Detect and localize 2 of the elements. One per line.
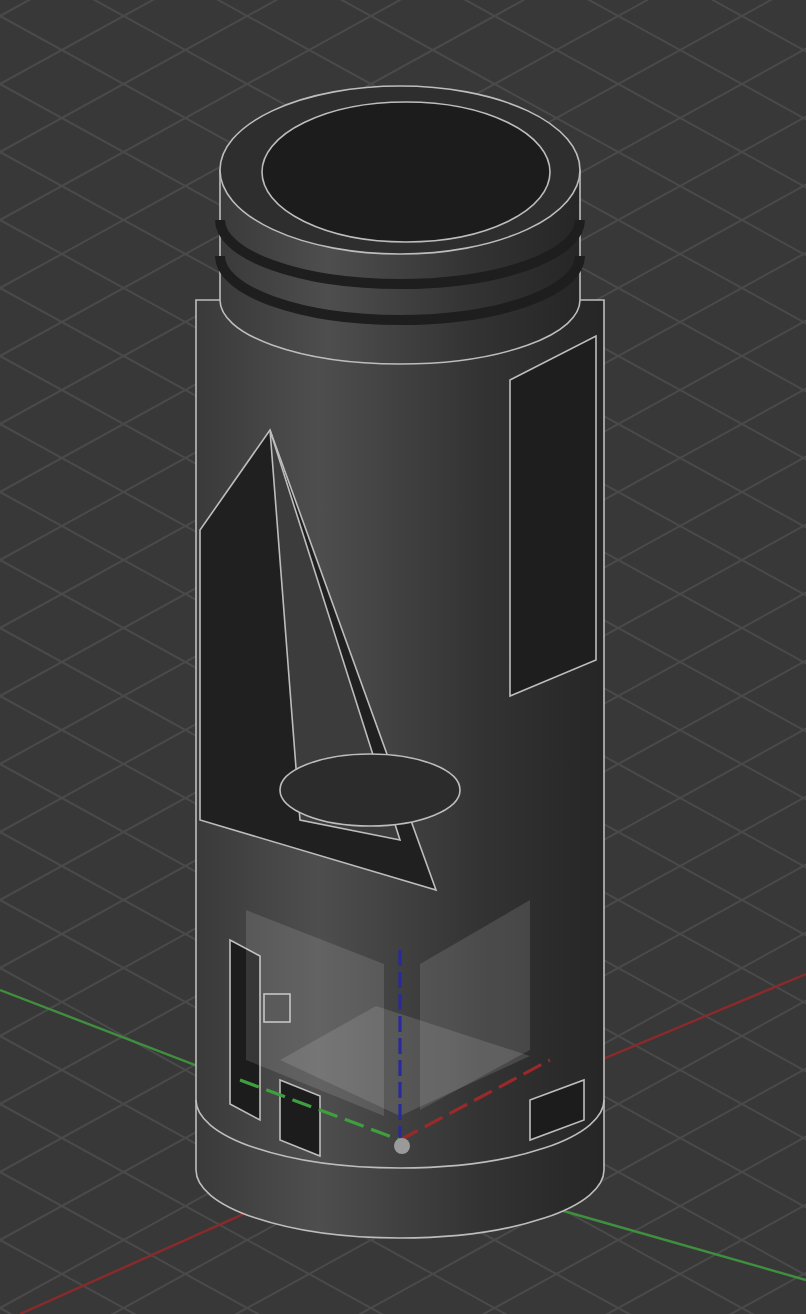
cylinder-part-drawing[interactable] <box>195 85 605 1239</box>
origin-planes-drawing[interactable] <box>239 900 551 1154</box>
